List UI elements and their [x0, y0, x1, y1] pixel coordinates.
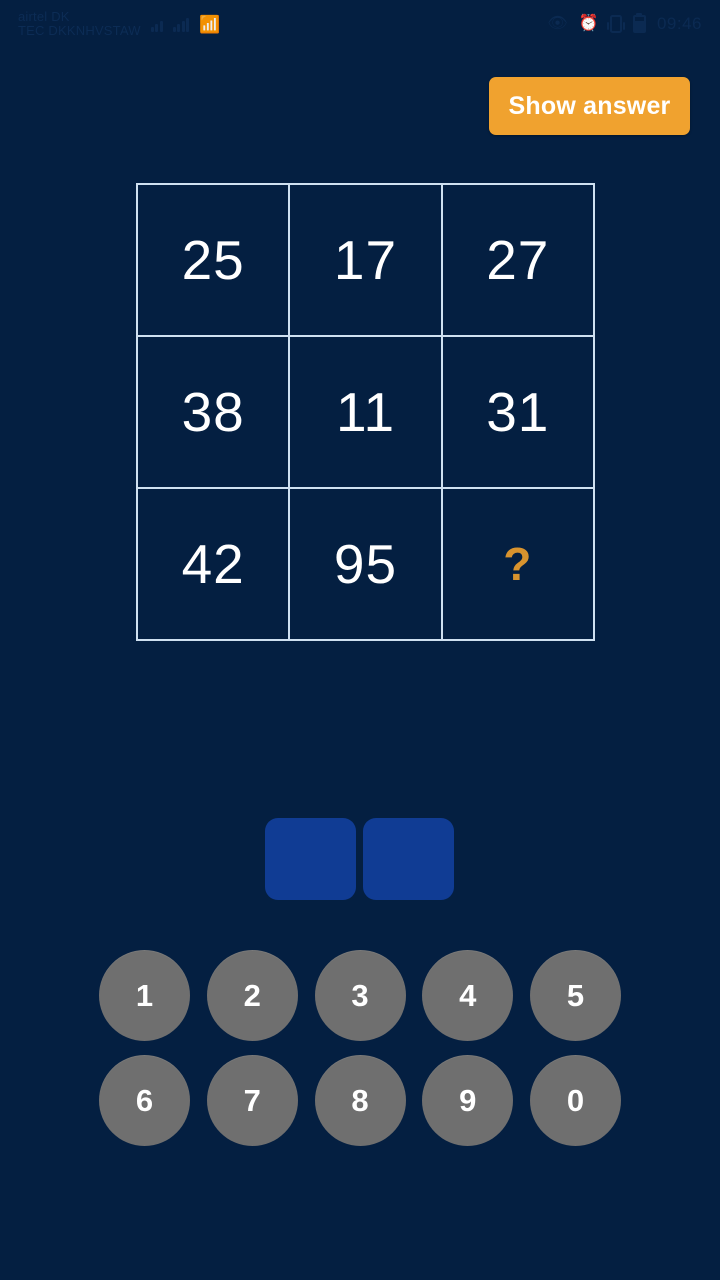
carrier-network: TEC DKKNHVSTAW	[18, 23, 141, 38]
answer-slot-1[interactable]	[265, 818, 356, 900]
status-bar-left: airtel DK TEC DKKNHVSTAW 📶	[18, 10, 221, 37]
carrier-name: airtel DK	[18, 9, 70, 25]
status-bar: airtel DK TEC DKKNHVSTAW 📶 👁 ⏰ 09:46	[0, 0, 720, 48]
battery-icon	[632, 15, 646, 33]
show-answer-button[interactable]: Show answer	[489, 77, 690, 135]
wifi-icon: 📶	[199, 14, 221, 34]
keypad-key-1[interactable]: 1	[99, 950, 190, 1041]
answer-slots	[265, 818, 455, 900]
keypad-key-8[interactable]: 8	[314, 1055, 406, 1146]
carrier-info: airtel DK TEC DKKNHVSTAW	[18, 10, 141, 37]
puzzle-grid: 25 17 27 38 11 31 42 95 ?	[136, 183, 595, 641]
alarm-clock-icon: ⏰	[578, 15, 599, 32]
puzzle-app-screen: airtel DK TEC DKKNHVSTAW 📶 👁 ⏰ 09:46 Sho…	[0, 0, 720, 1280]
keypad-key-3[interactable]: 3	[314, 950, 406, 1041]
keypad-key-2[interactable]: 2	[206, 950, 298, 1041]
number-keypad: 1 2 3 4 5 6 7 8 9 0	[99, 950, 621, 1146]
keypad-row-2: 6 7 8 9 0	[99, 1055, 621, 1146]
status-bar-right: 👁 ⏰ 09:46	[547, 14, 702, 34]
grid-cell: 17	[290, 185, 443, 337]
keypad-key-9[interactable]: 9	[422, 1055, 514, 1146]
signal-bars-weak-icon	[150, 16, 163, 32]
grid-cell-unknown: ?	[442, 489, 595, 641]
keypad-row-1: 1 2 3 4 5	[99, 950, 621, 1041]
grid-cell: 11	[290, 337, 443, 489]
keypad-key-7[interactable]: 7	[206, 1055, 298, 1146]
vibrate-icon	[606, 15, 625, 33]
grid-cell: 25	[138, 185, 291, 337]
signal-bars-icon	[172, 16, 190, 32]
grid-cell: 95	[290, 489, 443, 641]
status-bar-clock: 09:46	[656, 14, 702, 33]
keypad-key-6[interactable]: 6	[99, 1055, 190, 1146]
grid-cell: 38	[138, 337, 291, 489]
grid-cell: 31	[442, 337, 595, 489]
keypad-key-4[interactable]: 4	[422, 950, 514, 1041]
keypad-key-0[interactable]: 0	[530, 1055, 621, 1146]
eye-icon: 👁	[547, 15, 568, 32]
grid-cell: 42	[138, 489, 291, 641]
keypad-key-5[interactable]: 5	[530, 950, 621, 1041]
answer-slot-2[interactable]	[363, 818, 454, 900]
grid-cell: 27	[442, 185, 595, 337]
